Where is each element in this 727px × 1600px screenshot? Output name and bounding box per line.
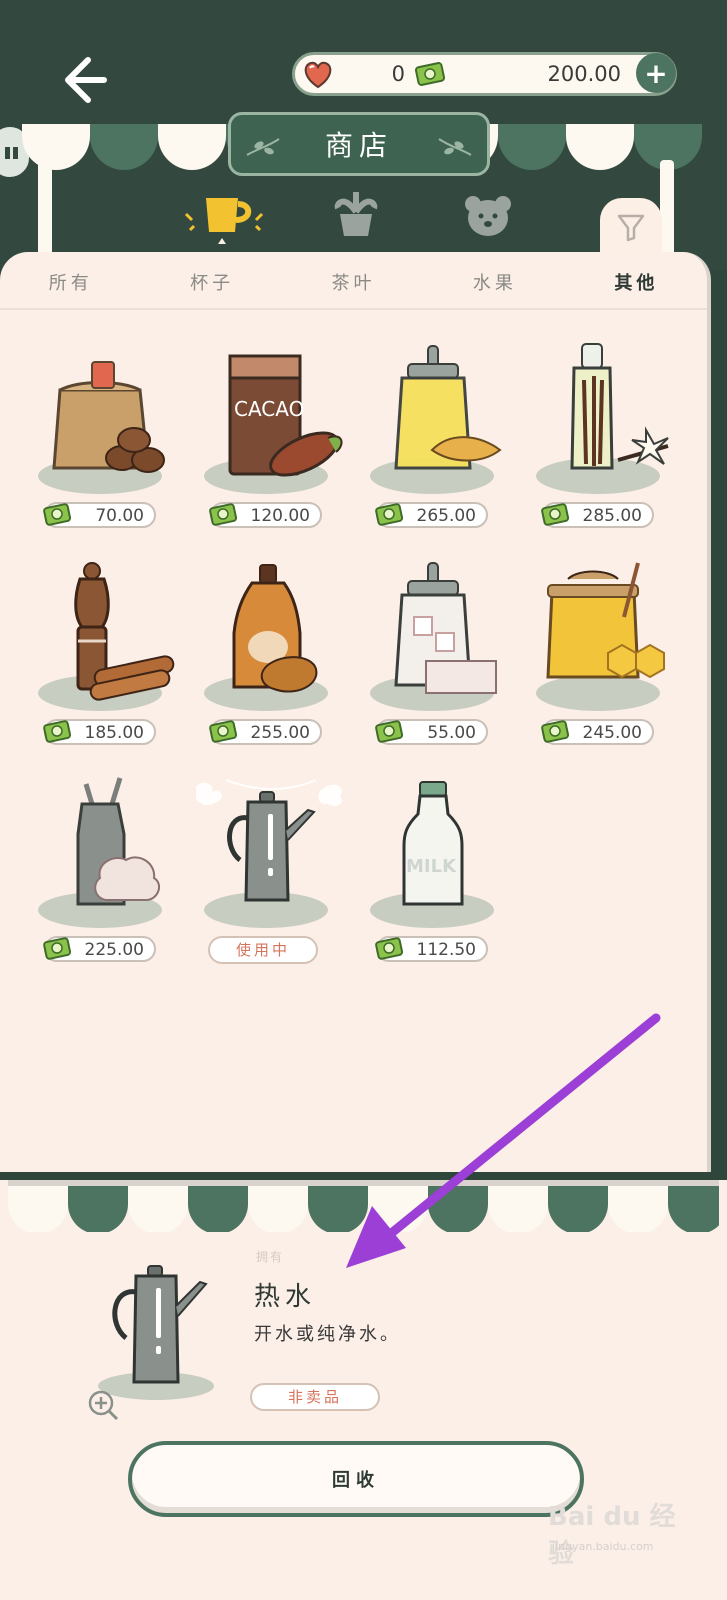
shop-title: 商店: [324, 129, 393, 162]
back-arrow-icon[interactable]: [58, 52, 110, 108]
price-value: 70.00: [95, 506, 144, 526]
item-description: 开水或纯净水。: [254, 1324, 401, 1345]
category-tabs: 所有 杯子 茶叶 水果 其他: [0, 252, 707, 310]
shop-item-hot-water[interactable]: 使用中: [196, 774, 346, 974]
price-value: 265.00: [416, 506, 476, 526]
tab-cups[interactable]: 杯子: [141, 252, 282, 308]
bottom-awning: [8, 1180, 719, 1232]
vanilla-bottle-icon: [570, 343, 669, 470]
kettle-icon: [112, 1265, 208, 1384]
price-value: 55.00: [427, 723, 476, 743]
shop-item-ginger-jar[interactable]: 265.00: [362, 340, 512, 540]
in-use-badge: 使用中: [208, 936, 318, 964]
price-tag: 255.00: [209, 719, 322, 745]
recycle-label: 回收: [332, 1470, 380, 1491]
cash-icon: [43, 937, 72, 960]
svg-text:MILK: MILK: [406, 856, 457, 877]
price-tag: 55.00: [375, 719, 488, 745]
cacao-icon: CACAO: [228, 354, 343, 477]
ginger-jar-icon: [394, 345, 502, 470]
price-value: 245.00: [582, 723, 642, 743]
price-tag: 265.00: [375, 502, 488, 528]
shop-sign: 商店: [228, 112, 490, 176]
shop-item-milk[interactable]: MILK 112.50: [362, 774, 512, 974]
shop-item-coffee-beans[interactable]: 70.00: [30, 340, 180, 540]
shop-item-honey[interactable]: 245.00: [528, 557, 678, 757]
baidu-watermark: Bai du 经验 jingyan.baidu.com: [548, 1488, 688, 1569]
price-tag: 245.00: [541, 719, 654, 745]
maple-syrup-icon: [232, 564, 318, 693]
cash-icon: [414, 62, 446, 86]
cash-icon: [43, 503, 72, 526]
price-value: 285.00: [582, 506, 642, 526]
awning-post-left: [38, 160, 52, 260]
price-value: 255.00: [250, 723, 310, 743]
owned-tag: 拥有: [256, 1250, 285, 1264]
tab-fruit[interactable]: 水果: [424, 252, 565, 308]
cash-icon: [209, 720, 238, 743]
price-tag: 120.00: [209, 502, 322, 528]
recycle-button[interactable]: 回收: [128, 1441, 584, 1517]
price-value: 120.00: [250, 506, 310, 526]
price-value: 112.50: [416, 940, 476, 960]
currency-bar: 0 200.00 +: [292, 52, 677, 96]
plant-category-icon[interactable]: [334, 190, 378, 238]
item-name: 热水: [254, 1282, 317, 1312]
add-cash-button[interactable]: +: [636, 53, 676, 93]
shop-panel: 所有 杯子 茶叶 水果 其他 70.00 CACAO 120.00 265.00…: [0, 252, 711, 1172]
tab-other[interactable]: 其他: [566, 252, 707, 308]
cup-category-icon[interactable]: [182, 190, 270, 244]
cash-icon: [375, 503, 404, 526]
whipped-cream-icon: [76, 777, 161, 906]
zoom-icon[interactable]: [86, 1388, 120, 1422]
cash-icon: [209, 503, 238, 526]
price-value: 185.00: [84, 723, 144, 743]
watermark-url: jingyan.baidu.com: [552, 1540, 654, 1553]
watermark-brand: Bai du 经验: [548, 1502, 676, 1569]
sugar-jar-icon: [394, 562, 497, 694]
heart-icon: [304, 61, 332, 89]
shop-item-whipped-cream[interactable]: 225.00: [30, 774, 180, 974]
price-value: 225.00: [84, 940, 144, 960]
price-tag: 225.00: [43, 936, 156, 962]
cash-icon: [375, 937, 404, 960]
coffee-beans-icon: [52, 361, 165, 473]
awning-post-right: [660, 160, 674, 260]
kettle-icon: [196, 779, 343, 902]
milk-bottle-icon: MILK: [402, 781, 464, 906]
shop-item-cacao[interactable]: CACAO 120.00: [196, 340, 346, 540]
cash-icon: [541, 720, 570, 743]
tab-all[interactable]: 所有: [0, 252, 141, 308]
shop-item-maple-syrup[interactable]: 255.00: [196, 557, 346, 757]
leaf-icon: [246, 138, 280, 156]
shop-item-sugar[interactable]: 55.00: [362, 557, 512, 757]
cash-icon: [541, 503, 570, 526]
cash-icon: [375, 720, 404, 743]
not-for-sale-badge: 非卖品: [250, 1383, 380, 1411]
price-tag: 285.00: [541, 502, 654, 528]
svg-text:CACAO: CACAO: [234, 397, 304, 421]
shop-header: 0 200.00 + 商店: [0, 0, 727, 270]
price-tag: 185.00: [43, 719, 156, 745]
honey-jar-icon: [546, 562, 665, 679]
leaf-icon: [438, 138, 472, 156]
price-tag: 112.50: [375, 936, 488, 962]
cash-icon: [43, 720, 72, 743]
tab-tea[interactable]: 茶叶: [283, 252, 424, 308]
cash-amount: 200.00: [547, 62, 621, 86]
pepper-mill-icon: [74, 562, 175, 701]
shop-item-vanilla[interactable]: 285.00: [528, 340, 678, 540]
shop-item-cinnamon[interactable]: 185.00: [30, 557, 180, 757]
hearts-count: 0: [391, 62, 405, 86]
price-tag: 70.00: [43, 502, 156, 528]
filter-icon: [617, 214, 645, 242]
bear-category-icon[interactable]: [464, 194, 512, 238]
